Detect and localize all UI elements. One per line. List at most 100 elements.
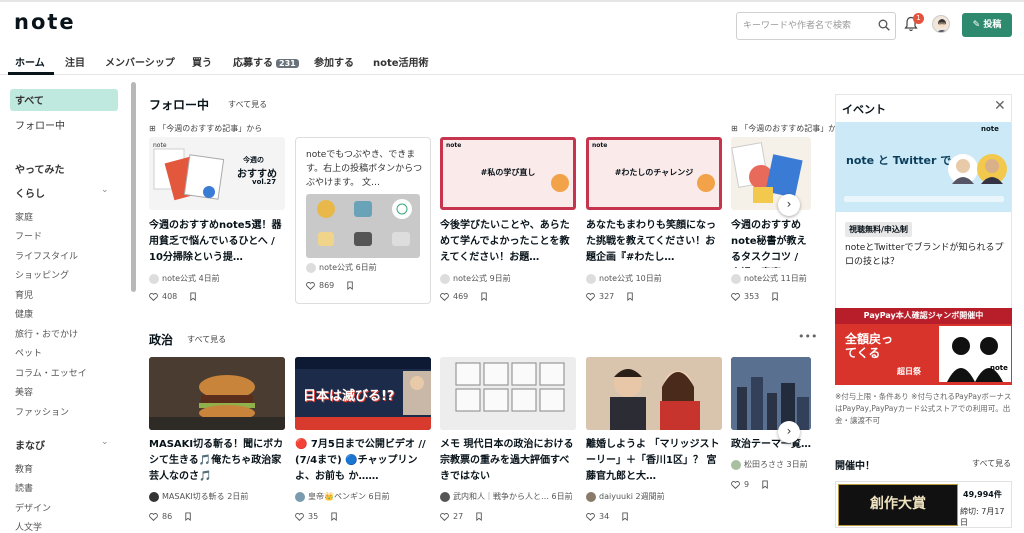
- see-all-politics[interactable]: すべて見る: [187, 334, 226, 345]
- close-icon[interactable]: ✕: [994, 98, 1006, 114]
- article-card[interactable]: 日本は滅びる!? 🔴 7月5日まで公開ビデオ // (7/4まで) 🔵チャップリ…: [295, 357, 431, 528]
- article-author[interactable]: note公式: [453, 274, 487, 283]
- article-card[interactable]: note #わたしのチャレンジ あなたもまわりも笑顔になった挑戦を教えてください…: [586, 137, 722, 307]
- tab-apply[interactable]: 応募する 231: [233, 54, 299, 69]
- heart-icon[interactable]: [149, 292, 158, 301]
- sidebar-item-life[interactable]: くらし: [15, 185, 45, 200]
- heart-icon[interactable]: [306, 281, 315, 290]
- article-author[interactable]: note公式: [162, 274, 196, 283]
- chevron-down-icon[interactable]: ⌄: [101, 185, 109, 195]
- article-author[interactable]: note公式: [744, 274, 778, 283]
- carousel-next-button[interactable]: ›: [778, 194, 800, 216]
- search-icon[interactable]: [878, 19, 890, 31]
- article-card[interactable]: 離婚しようよ 「マリッジストーリー」＋「香川1区」？ 宮藤官九郎と大… daiy…: [586, 357, 722, 528]
- bookmark-add-icon[interactable]: [621, 512, 630, 521]
- article-author[interactable]: MASAKI切る斬る: [162, 492, 225, 501]
- post-button[interactable]: ✎ 投稿: [962, 13, 1012, 37]
- article-card[interactable]: 政治テーマ一覧… 松田ろささ 3日前 9: [731, 357, 811, 528]
- sidebar-scrollbar[interactable]: [131, 82, 136, 292]
- sidebar-item-humanities[interactable]: 人文学: [15, 520, 42, 533]
- event-banner[interactable]: note note と Twitter で: [836, 122, 1011, 212]
- sidebar-item-following[interactable]: フォロー中: [15, 117, 65, 132]
- sidebar-item-childcare[interactable]: 育児: [15, 288, 33, 301]
- article-author[interactable]: note公式: [319, 263, 353, 272]
- sidebar-item-design[interactable]: デザイン: [15, 501, 51, 514]
- sidebar-item-home[interactable]: 家庭: [15, 210, 33, 223]
- heart-icon[interactable]: [295, 512, 304, 521]
- tab-membership[interactable]: メンバーシップ: [105, 54, 175, 69]
- heart-icon[interactable]: [586, 292, 595, 301]
- bookmark-add-icon[interactable]: [330, 512, 339, 521]
- search-input[interactable]: [743, 17, 871, 35]
- tab-featured[interactable]: 注目: [65, 54, 85, 69]
- sidebar-item-learn[interactable]: まなび: [15, 437, 45, 452]
- paypay-banner[interactable]: PayPay本人確認ジャンボ開催中 全額戻ってくる note 超日祭: [835, 308, 1012, 385]
- article-card[interactable]: 今週のおすすめnote秘書が教えるタスクコツ / 夫婦の家事… note公式 1…: [731, 137, 811, 307]
- tab-tips[interactable]: note活用術: [373, 54, 429, 69]
- article-author[interactable]: 皇帝👑ペンギン: [308, 492, 366, 501]
- sidebar-item-all[interactable]: すべて: [15, 92, 44, 107]
- article-title[interactable]: 今週のおすすめnote5選！器用貧乏で悩んでいるひとへ / 10分掃除という提…: [149, 218, 285, 268]
- bookmark-add-icon[interactable]: [184, 512, 193, 521]
- event-panel-title: イベント: [842, 103, 886, 116]
- heart-icon[interactable]: [586, 512, 595, 521]
- heart-icon[interactable]: [149, 512, 158, 521]
- article-author[interactable]: 武内和人｜戦争から人と…: [453, 492, 549, 501]
- bookmark-add-icon[interactable]: [346, 281, 355, 290]
- bookmark-add-icon[interactable]: [480, 292, 489, 301]
- short-post-text[interactable]: noteでもつぶやき、できます。右上の投稿ボタンからつぶやけます。 文…: [306, 148, 424, 190]
- heart-icon[interactable]: [440, 292, 449, 301]
- article-time: 9日前: [489, 274, 511, 283]
- sidebar-item-shopping[interactable]: ショッピング: [15, 268, 69, 281]
- sidebar-item-food[interactable]: フード: [15, 229, 42, 242]
- event-description[interactable]: noteとTwitterでブランドが知られるプロの技とは？: [845, 241, 1005, 269]
- article-title[interactable]: MASAKI切る斬る！聞にボカシて生きる🎵俺たちゃ政治家芸人なのさ🎵: [149, 437, 285, 487]
- sidebar-item-education[interactable]: 教育: [15, 462, 33, 475]
- article-title[interactable]: 今週のおすすめnote秘書が教えるタスクコツ / 夫婦の家事…: [731, 218, 811, 268]
- article-title[interactable]: メモ 現代日本の政治における宗教票の重みを過大評価すべきではない: [440, 437, 576, 487]
- user-avatar[interactable]: [932, 15, 950, 33]
- note-logo[interactable]: note: [14, 10, 76, 34]
- sidebar-item-travel[interactable]: 旅行・おでかけ: [15, 327, 78, 340]
- see-all-ongoing[interactable]: すべて見る: [972, 458, 1011, 469]
- chevron-down-icon[interactable]: ⌄: [101, 437, 109, 447]
- contest-card[interactable]: 創作大賞 49,994件 締切: 7月17日: [835, 481, 1012, 528]
- more-options-icon[interactable]: •••: [798, 330, 817, 343]
- bookmark-add-icon[interactable]: [761, 480, 770, 489]
- see-all-following[interactable]: すべて見る: [228, 99, 267, 110]
- article-title[interactable]: 離婚しようよ 「マリッジストーリー」＋「香川1区」？ 宮藤官九郎と大…: [586, 437, 722, 487]
- sidebar-item-beauty[interactable]: 美容: [15, 385, 33, 398]
- sidebar-item-pets[interactable]: ペット: [15, 346, 42, 359]
- article-card[interactable]: メモ 現代日本の政治における宗教票の重みを過大評価すべきではない 武内和人｜戦争…: [440, 357, 576, 528]
- sidebar-item-lifestyle[interactable]: ライフスタイル: [15, 249, 78, 262]
- sidebar-item-essay[interactable]: コラム・エッセイ: [15, 366, 87, 379]
- bookmark-add-icon[interactable]: [475, 512, 484, 521]
- sidebar-item-fashion[interactable]: ファッション: [15, 405, 69, 418]
- bookmark-add-icon[interactable]: [189, 292, 198, 301]
- tab-buy[interactable]: 買う: [192, 54, 212, 69]
- tab-home[interactable]: ホーム: [15, 54, 45, 69]
- article-card[interactable]: note 今週の おすすめ vol.27 今週のおすすめnote5選！器用貧乏で…: [149, 137, 285, 307]
- article-title[interactable]: あなたもまわりも笑顔になった挑戦を教えてください！お題企画『#わたし…: [586, 218, 722, 268]
- article-title[interactable]: 🔴 7月5日まで公開ビデオ // (7/4まで) 🔵チャップリンよ、お前も か……: [295, 437, 431, 487]
- tab-join[interactable]: 参加する: [314, 54, 354, 69]
- article-card[interactable]: MASAKI切る斬る！聞にボカシて生きる🎵俺たちゃ政治家芸人なのさ🎵 MASAK…: [149, 357, 285, 528]
- heart-icon[interactable]: [731, 480, 740, 489]
- short-post-image: [306, 194, 420, 258]
- sidebar-item-health[interactable]: 健康: [15, 307, 33, 320]
- sidebar-item-tried[interactable]: やってみた: [15, 161, 65, 176]
- article-author[interactable]: daiyuuki: [599, 492, 633, 501]
- heart-icon[interactable]: [731, 292, 740, 301]
- short-post-card[interactable]: noteでもつぶやき、できます。右上の投稿ボタンからつぶやけます。 文… not…: [295, 137, 431, 304]
- article-author[interactable]: 松田ろささ: [744, 460, 784, 469]
- bookmark-add-icon[interactable]: [771, 292, 780, 301]
- search-box[interactable]: [736, 12, 896, 40]
- article-meta: note公式 4日前: [149, 273, 285, 284]
- article-title[interactable]: 今後学びたいことや、あらためて学んでよかったことを教えてください！お題…: [440, 218, 576, 268]
- carousel-next-button[interactable]: ›: [778, 421, 800, 443]
- bookmark-add-icon[interactable]: [626, 292, 635, 301]
- sidebar-item-reading[interactable]: 読書: [15, 481, 33, 494]
- heart-icon[interactable]: [440, 512, 449, 521]
- article-author[interactable]: note公式: [599, 274, 633, 283]
- article-card[interactable]: note #私の学び直し 今後学びたいことや、あらためて学んでよかったことを教え…: [440, 137, 576, 307]
